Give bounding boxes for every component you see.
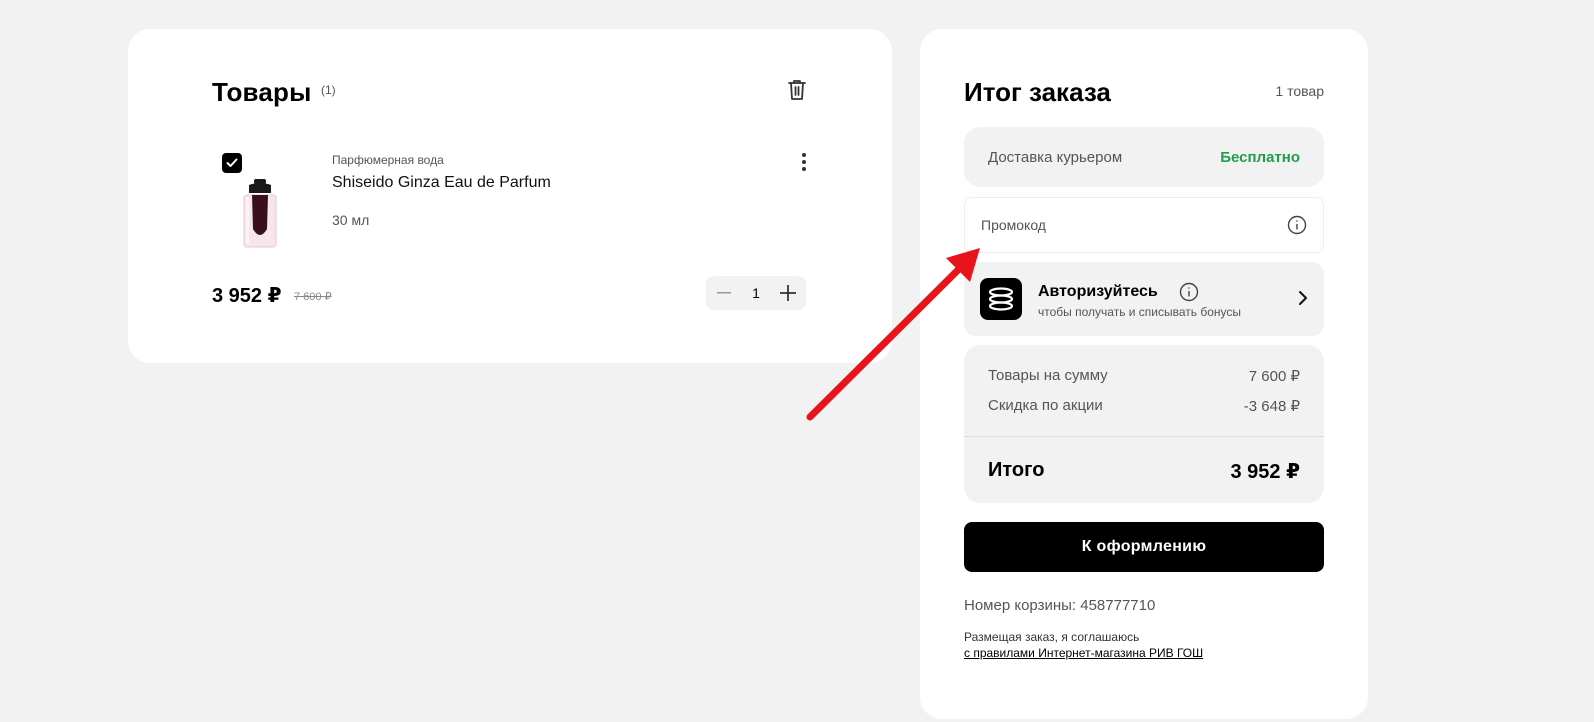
divider [964,436,1324,437]
product-image[interactable] [240,179,280,249]
terms-link[interactable]: с правилами Интернет-магазина РИВ ГОШ [964,646,1203,660]
checkout-button[interactable]: К оформлению [964,522,1324,572]
order-summary-card: Итог заказа 1 товар Доставка курьером Бе… [920,29,1368,719]
minus-button[interactable] [714,283,734,303]
product-category: Парфюмерная вода [332,153,444,167]
plus-icon [779,285,796,301]
cart-card: Товары (1) Парфюмерная вода Shiseido Gin… [128,29,892,363]
discount-row: Скидка по акции -3 648 ₽ [988,397,1300,415]
minus-icon [717,292,731,294]
auth-subtitle: чтобы получать и списывать бонусы [1038,305,1242,319]
trash-icon[interactable] [786,78,808,102]
totals-box: Товары на сумму 7 600 ₽ Скидка по акции … [964,345,1324,503]
total-row: Итого 3 952 ₽ [988,459,1300,484]
total-label: Итого [988,459,1045,481]
cart-number: Номер корзины: 458777710 [964,597,1156,614]
product-volume: 30 мл [332,212,370,228]
product-name[interactable]: Shiseido Ginza Eau de Parfum [332,174,551,192]
more-vertical-icon[interactable] [798,151,810,173]
auth-title: Авторизуйтесь [1038,283,1158,300]
item-checkbox[interactable] [222,153,242,173]
promo-input[interactable] [981,217,1261,233]
check-icon [226,158,238,167]
rivgosh-logo-icon [980,278,1022,320]
cart-title: Товары [212,77,312,107]
plus-button[interactable] [778,283,798,303]
subtotal-row: Товары на сумму 7 600 ₽ [988,367,1300,385]
chevron-right-icon [1296,288,1310,308]
price-old: 7 600 ₽ [294,291,332,303]
delivery-row: Доставка курьером Бесплатно [964,127,1324,187]
subtotal-value: 7 600 ₽ [1248,368,1300,385]
quantity-stepper: 1 [706,276,806,310]
total-value: 3 952 ₽ [1230,461,1300,483]
summary-title: Итог заказа [964,77,1111,107]
auth-banner[interactable]: Авторизуйтесь чтобы получать и списывать… [964,262,1324,336]
subtotal-label: Товары на сумму [988,367,1108,384]
terms-text: Размещая заказ, я соглашаюсь [964,630,1140,644]
price-current: 3 952 ₽ [212,285,282,307]
delivery-label: Доставка курьером [988,148,1123,166]
discount-value: -3 648 ₽ [1243,398,1300,415]
discount-label: Скидка по акции [988,397,1103,414]
info-icon[interactable] [1287,215,1307,235]
delivery-value: Бесплатно [1220,148,1300,166]
promo-field [964,197,1324,253]
summary-item-count: 1 товар [1275,83,1324,99]
quantity-value: 1 [752,285,760,301]
cart-count: (1) [321,83,336,97]
info-icon[interactable] [1179,282,1199,302]
